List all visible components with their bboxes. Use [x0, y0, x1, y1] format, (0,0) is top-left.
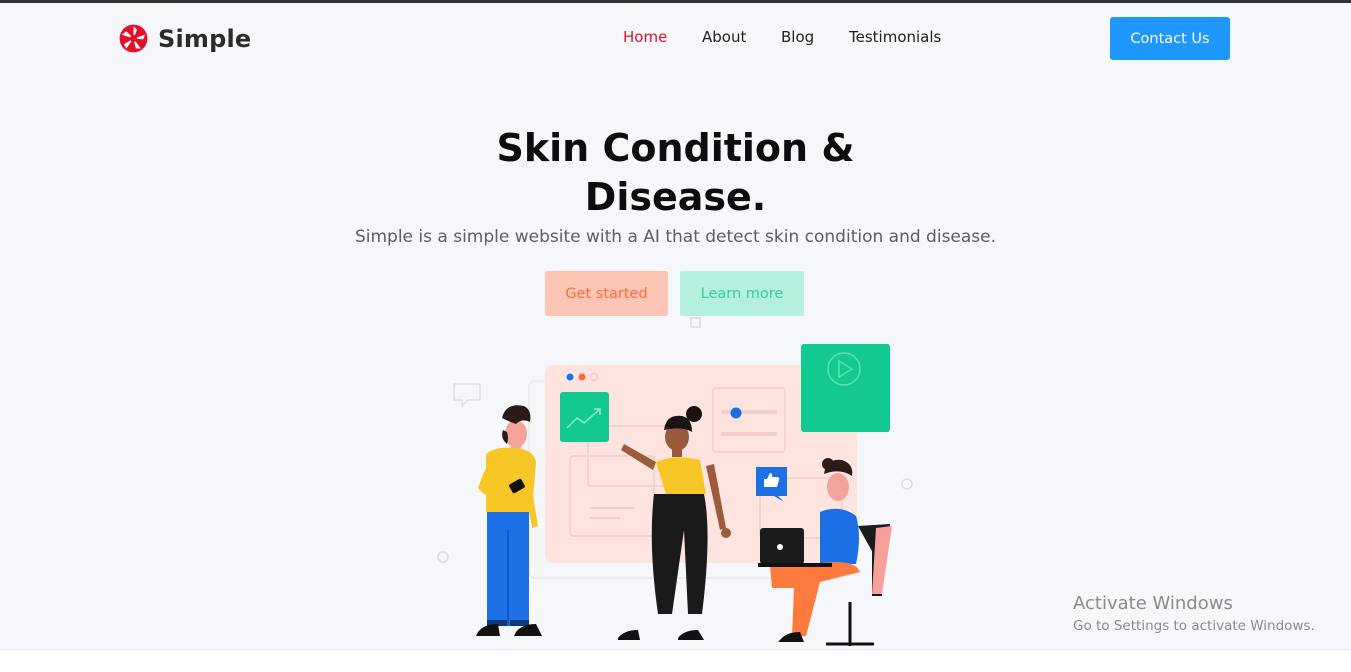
trend-chart-card — [560, 392, 609, 442]
outline-square-icon — [690, 317, 701, 328]
nav-link-home[interactable]: Home — [623, 28, 667, 46]
circle-outline-icon — [901, 478, 913, 490]
video-card — [801, 344, 890, 432]
nav-link-testimonials[interactable]: Testimonials — [849, 28, 941, 46]
activation-title: Activate Windows — [1073, 593, 1233, 614]
window-top-border — [0, 0, 1351, 3]
hero-subtitle: Simple is a simple website with a AI tha… — [354, 227, 997, 247]
nav-link-about[interactable]: About — [702, 28, 746, 46]
windows-activation-watermark: Activate Windows Go to Settings to activ… — [1073, 593, 1315, 634]
hero-title-line-1: Skin Condition & — [496, 126, 855, 170]
hero-title-line-2: Disease. — [584, 175, 767, 219]
get-started-button[interactable]: Get started — [545, 271, 668, 316]
learn-more-button[interactable]: Learn more — [680, 271, 804, 316]
contact-us-button[interactable]: Contact Us — [1110, 17, 1230, 60]
circle-outline-icon — [437, 551, 449, 563]
nav-link-blog[interactable]: Blog — [781, 28, 814, 46]
page-bottom-strip — [0, 649, 1351, 672]
standing-man-figure — [476, 405, 542, 636]
team-collaboration-illustration — [437, 317, 913, 646]
hero-title: Skin Condition & Disease. — [0, 124, 1351, 222]
activation-subtitle: Go to Settings to activate Windows. — [1073, 618, 1315, 634]
speech-bubble-outline-icon — [453, 383, 481, 408]
